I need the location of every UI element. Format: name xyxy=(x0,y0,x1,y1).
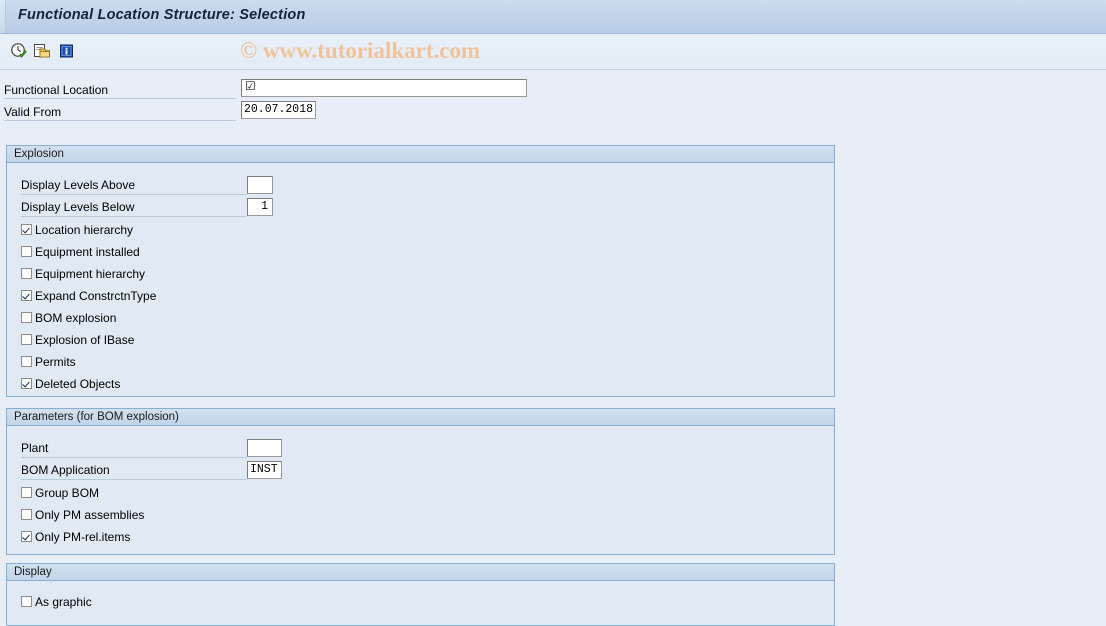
explosion-group-header: Explosion xyxy=(7,146,834,163)
checkbox-label: Permits xyxy=(35,354,76,369)
checkbox-box-icon[interactable] xyxy=(21,487,32,498)
explosion-group-body: Display Levels Above Display Levels Belo… xyxy=(7,163,834,395)
window-title-bar: Functional Location Structure: Selection xyxy=(0,0,1106,34)
plant-label: Plant xyxy=(21,441,49,455)
display-levels-above-label-rule xyxy=(21,194,247,195)
display-levels-below-label-rule xyxy=(21,216,247,217)
checkbox-box-icon[interactable] xyxy=(21,290,32,301)
display-group-body: As graphic xyxy=(7,581,834,624)
functional-location-input[interactable]: ☑ xyxy=(241,79,527,97)
checkbox-box-icon[interactable] xyxy=(21,246,32,257)
checkbox-label: As graphic xyxy=(35,594,92,609)
checkbox-location-hierarchy[interactable]: Location hierarchy xyxy=(21,221,133,238)
application-toolbar xyxy=(0,34,1106,70)
checkbox-box-icon[interactable] xyxy=(21,531,32,542)
parameters-group-body: Plant BOM Application INST Group BOM Onl… xyxy=(7,426,834,553)
checkbox-box-icon[interactable] xyxy=(21,378,32,389)
display-levels-below-label: Display Levels Below xyxy=(21,200,135,214)
valid-from-label-rule xyxy=(4,120,236,121)
bom-application-input[interactable]: INST xyxy=(247,461,282,479)
plant-label-rule xyxy=(21,457,247,458)
title-bar-left-accent xyxy=(0,0,6,33)
explosion-group: Explosion Display Levels Above Display L… xyxy=(6,145,835,397)
display-levels-above-input[interactable] xyxy=(247,176,273,194)
display-group-header: Display xyxy=(7,564,834,581)
valid-from-input[interactable]: 20.07.2018 xyxy=(241,101,316,119)
plant-input[interactable] xyxy=(247,439,282,457)
explosion-group-title: Explosion xyxy=(14,148,64,160)
parameters-group-title: Parameters (for BOM explosion) xyxy=(14,411,179,423)
checkbox-only-pm-assemblies[interactable]: Only PM assemblies xyxy=(21,506,144,523)
page-title: Functional Location Structure: Selection xyxy=(18,7,306,23)
checkbox-label: Deleted Objects xyxy=(35,376,121,391)
display-levels-below-input[interactable]: 1 xyxy=(247,198,273,216)
checkbox-equipment-installed[interactable]: Equipment installed xyxy=(21,243,140,260)
checkbox-label: Group BOM xyxy=(35,485,100,500)
display-group-title: Display xyxy=(14,566,52,578)
watermark-text: © www.tutorialkart.com xyxy=(240,38,481,63)
checkbox-label: Only PM assemblies xyxy=(35,507,145,522)
checkbox-expand-constrctn-type[interactable]: Expand ConstrctnType xyxy=(21,287,156,304)
checkbox-label: Only PM-rel.items xyxy=(35,529,131,544)
display-group: Display As graphic xyxy=(6,563,835,626)
checkbox-group-bom[interactable]: Group BOM xyxy=(21,484,99,501)
checkbox-explosion-of-ibase[interactable]: Explosion of IBase xyxy=(21,331,134,348)
display-levels-above-label: Display Levels Above xyxy=(21,178,136,192)
get-variant-icon[interactable] xyxy=(33,42,51,60)
parameters-group: Parameters (for BOM explosion) Plant BOM… xyxy=(6,408,835,555)
checkbox-deleted-objects[interactable]: Deleted Objects xyxy=(21,375,120,392)
bom-application-label: BOM Application xyxy=(21,463,110,477)
checkbox-box-icon[interactable] xyxy=(21,356,32,367)
checkbox-label: Expand ConstrctnType xyxy=(35,288,157,303)
execute-icon[interactable] xyxy=(10,42,28,60)
field-cursor-marker-icon: ☑ xyxy=(245,79,256,93)
checkbox-box-icon[interactable] xyxy=(21,312,32,323)
checkbox-label: Equipment installed xyxy=(35,244,140,259)
checkbox-box-icon[interactable] xyxy=(21,224,32,235)
checkbox-box-icon[interactable] xyxy=(21,268,32,279)
checkbox-only-pm-rel-items[interactable]: Only PM-rel.items xyxy=(21,528,130,545)
info-icon[interactable] xyxy=(58,42,76,60)
checkbox-box-icon[interactable] xyxy=(21,509,32,520)
checkbox-label: Equipment hierarchy xyxy=(35,266,146,281)
checkbox-label: Location hierarchy xyxy=(35,222,134,237)
checkbox-label: BOM explosion xyxy=(35,310,117,325)
checkbox-permits[interactable]: Permits xyxy=(21,353,76,370)
checkbox-bom-explosion[interactable]: BOM explosion xyxy=(21,309,116,326)
checkbox-box-icon[interactable] xyxy=(21,596,32,607)
functional-location-label-rule xyxy=(4,98,236,99)
bom-application-label-rule xyxy=(21,479,247,480)
functional-location-label: Functional Location xyxy=(4,83,109,97)
valid-from-label: Valid From xyxy=(4,105,62,119)
checkbox-label: Explosion of IBase xyxy=(35,332,135,347)
parameters-group-header: Parameters (for BOM explosion) xyxy=(7,409,834,426)
checkbox-as-graphic[interactable]: As graphic xyxy=(21,593,92,610)
checkbox-box-icon[interactable] xyxy=(21,334,32,345)
checkbox-equipment-hierarchy[interactable]: Equipment hierarchy xyxy=(21,265,145,282)
